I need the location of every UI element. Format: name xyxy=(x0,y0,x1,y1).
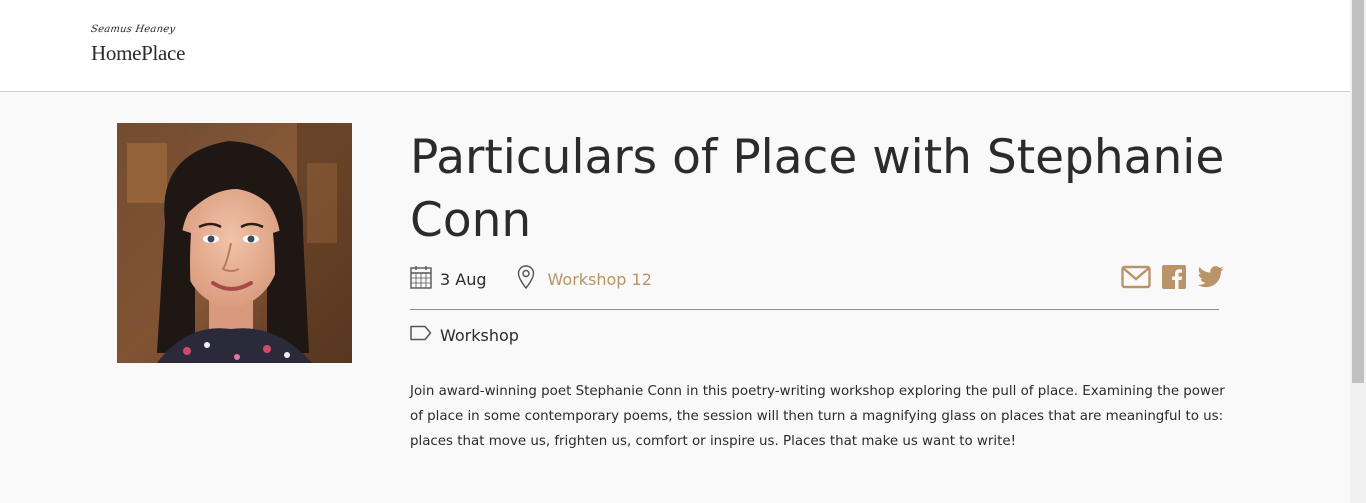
page-scrollbar[interactable] xyxy=(1350,0,1366,503)
event-date: 3 Aug xyxy=(410,265,487,293)
logo-wordmark: HomePlace xyxy=(91,41,186,65)
venue-link[interactable]: Workshop 12 xyxy=(548,270,652,289)
event-date-text: 3 Aug xyxy=(440,269,487,289)
homeplace-logo[interactable]: Seamus Heaney HomePlace xyxy=(90,24,201,68)
event-description: Join award-winning poet Stephanie Conn i… xyxy=(410,384,1225,449)
share-email-button[interactable] xyxy=(1121,265,1151,293)
email-icon xyxy=(1121,265,1151,293)
logo-signature: Seamus Heaney xyxy=(90,24,176,35)
location-pin-icon xyxy=(517,265,535,293)
event-category: Workshop xyxy=(410,322,519,348)
twitter-icon xyxy=(1197,266,1224,292)
facebook-icon xyxy=(1162,265,1186,293)
event-venue: Workshop 12 xyxy=(517,265,652,293)
meta-divider xyxy=(410,309,1219,310)
speaker-photo xyxy=(117,123,352,363)
scrollbar-thumb[interactable] xyxy=(1352,0,1364,383)
calendar-icon xyxy=(410,265,432,293)
share-twitter-button[interactable] xyxy=(1197,266,1224,292)
site-header: Seamus Heaney HomePlace xyxy=(0,0,1350,92)
event-meta: 3 Aug Workshop 12 xyxy=(410,264,652,294)
event-category-text: Workshop xyxy=(440,325,519,345)
share-links xyxy=(1121,265,1224,293)
tag-icon xyxy=(410,325,432,345)
share-facebook-button[interactable] xyxy=(1162,265,1186,293)
event-title: Particulars of Place with Stephanie Conn xyxy=(410,130,1225,248)
